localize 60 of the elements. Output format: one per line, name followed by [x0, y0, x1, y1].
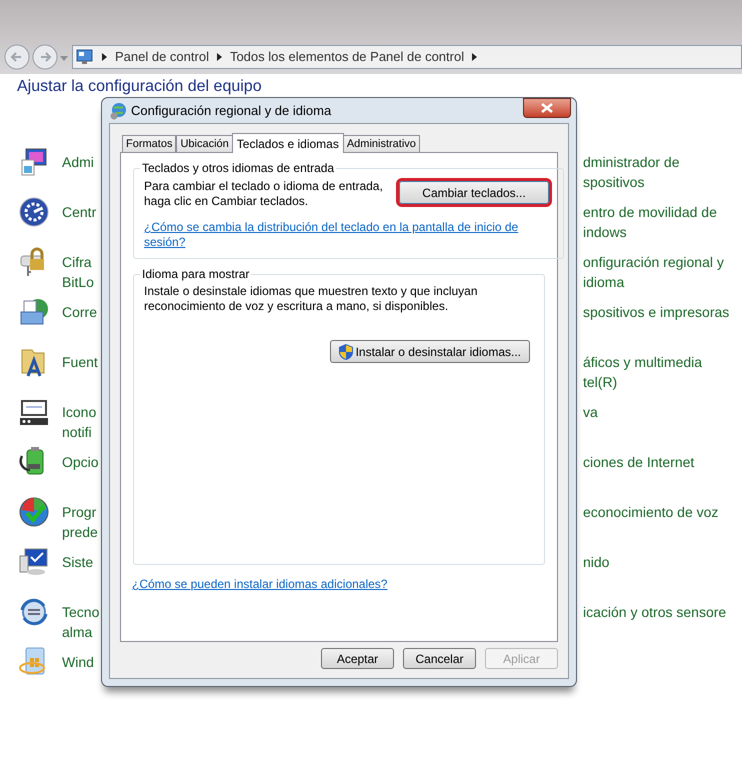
breadcrumb-arrow-icon[interactable] — [472, 53, 478, 61]
item-link[interactable]: ciones de Internet — [583, 452, 742, 472]
close-icon — [541, 102, 553, 112]
item-link[interactable]: Admi — [62, 152, 94, 172]
item-link[interactable]: idioma — [583, 272, 742, 292]
dialog-title: Configuración regional y de idioma — [131, 102, 332, 120]
dialog-button[interactable]: Cancelar — [403, 648, 476, 669]
item-link[interactable]: áficos y multimedia — [583, 352, 742, 372]
item-link[interactable]: va — [583, 402, 742, 422]
item-link[interactable]: Siste — [62, 552, 94, 572]
breadcrumb-arrow-icon[interactable] — [102, 53, 107, 61]
description-text: Para cambiar el teclado o idioma de entrada, haga clic en Cambiar teclados. — [144, 179, 384, 209]
item-link[interactable]: Opcio — [62, 452, 99, 472]
item-link[interactable]: Cifra — [62, 252, 94, 272]
item-link[interactable]: onfiguración regional y — [583, 252, 742, 272]
shield-icon — [338, 344, 353, 360]
dial-icon[interactable] — [18, 196, 50, 228]
globe-icon — [109, 102, 127, 120]
tab[interactable]: Teclados e idiomas — [232, 133, 344, 153]
action-button[interactable]: Cambiar teclados... — [399, 181, 549, 204]
sync-icon[interactable] — [18, 596, 50, 628]
dialog-button[interactable]: Aceptar — [321, 648, 394, 669]
page-heading: Ajustar la configuración del equipo — [17, 77, 263, 97]
breadcrumb-link[interactable]: Todos los elementos de Panel de control — [230, 47, 464, 67]
address-bar[interactable]: Panel de control Todos los elementos de Panel de control — [72, 45, 742, 69]
action-button[interactable]: Instalar o desinstalar idiomas... — [330, 340, 530, 363]
item-link[interactable]: prede — [62, 522, 98, 542]
item-link[interactable]: tel(R) — [583, 372, 742, 392]
item-link[interactable]: Corre — [62, 302, 98, 322]
item-link[interactable]: Progr — [62, 502, 98, 522]
close-button[interactable] — [523, 98, 571, 118]
tab[interactable]: Formatos — [122, 135, 176, 152]
item-link[interactable]: entro de movilidad de — [583, 202, 742, 222]
tab[interactable]: Administrativo — [342, 135, 420, 152]
item-link[interactable]: spositivos e impresoras — [583, 302, 742, 322]
item-link[interactable]: nido — [583, 552, 742, 572]
item-link[interactable]: Wind — [62, 652, 94, 672]
item-link[interactable]: BitLo — [62, 272, 94, 292]
item-link[interactable]: Fuent — [62, 352, 98, 372]
item-link[interactable]: econocimiento de voz — [583, 502, 742, 522]
control-panel-icon — [76, 49, 94, 65]
item-link[interactable]: indows — [583, 222, 742, 242]
tab[interactable]: Ubicación — [176, 135, 233, 152]
item-link[interactable]: spositivos — [583, 172, 742, 192]
breadcrumb-link[interactable]: Panel de control — [115, 47, 209, 67]
description-text: Instale o desinstale idiomas que muestren texto y que incluyan reconocimiento de voz y escritura a mano, si disponibles. — [144, 284, 479, 314]
item-link[interactable]: icación y otros sensore — [583, 602, 742, 622]
item-link[interactable]: alma — [62, 622, 100, 642]
item-link[interactable]: notifi — [62, 422, 96, 442]
item-link[interactable]: dministrador de — [583, 152, 742, 172]
checkmark-badge-icon[interactable] — [18, 496, 50, 528]
help-link[interactable]: ¿Cómo se cambia la distribución del teclado en la pantalla de inicio de sesión? — [144, 220, 544, 250]
breadcrumb-arrow-icon[interactable] — [216, 53, 222, 61]
item-link[interactable]: Icono — [62, 402, 96, 422]
item-link[interactable]: Centr — [62, 202, 96, 222]
computer-icon[interactable] — [18, 546, 50, 578]
item-link[interactable]: Tecno — [62, 602, 100, 622]
group-label: Teclados y otros idiomas de entrada — [141, 160, 336, 177]
group-label: Idioma para mostrar — [141, 266, 250, 283]
help-link[interactable]: ¿Cómo se pueden instalar idiomas adicionales? — [132, 575, 388, 593]
